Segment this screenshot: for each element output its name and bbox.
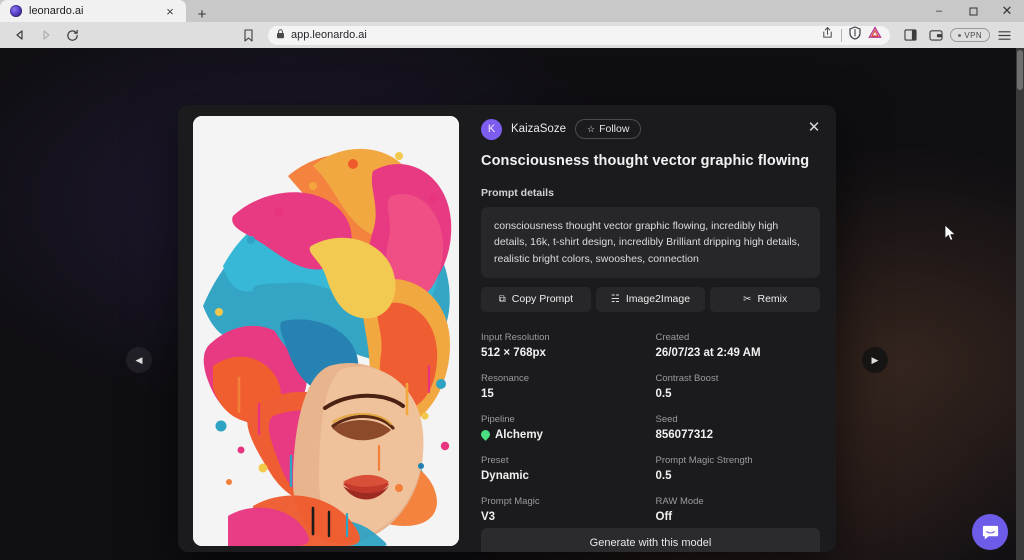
metadata-value: Dynamic xyxy=(481,470,646,482)
alchemy-icon xyxy=(479,428,492,441)
bookmark-icon[interactable] xyxy=(236,24,260,46)
metadata-value: 0.5 xyxy=(656,388,821,400)
metadata-item: Pipeline Alchemy xyxy=(481,414,646,441)
new-tab-button[interactable]: + xyxy=(194,6,210,22)
reload-button[interactable] xyxy=(60,24,84,46)
vpn-status-dot xyxy=(958,34,961,37)
image-detail-modal: K KaizaSoze ☆ Follow ✕ Consciousness tho… xyxy=(178,105,836,552)
metadata-key: Prompt Magic xyxy=(481,496,646,507)
artwork-image[interactable] xyxy=(193,116,459,546)
minimize-button[interactable]: – xyxy=(922,0,956,22)
metadata-key: Prompt Magic Strength xyxy=(656,455,821,466)
leonardo-favicon-icon xyxy=(10,5,22,17)
metadata-value: Off xyxy=(656,511,821,523)
toolbar-divider xyxy=(841,29,842,42)
star-icon: ☆ xyxy=(587,124,595,135)
action-button-row: ⧉ Copy Prompt ☵ Image2Image ✂ Remix xyxy=(481,287,820,312)
vpn-label: VPN xyxy=(964,31,982,40)
metadata-item: Prompt Magic V3 xyxy=(481,496,646,523)
next-image-button[interactable]: ▶ xyxy=(862,347,888,373)
author-name[interactable]: KaizaSoze xyxy=(511,123,566,135)
avatar[interactable]: K xyxy=(481,119,502,140)
author-row: K KaizaSoze ☆ Follow xyxy=(481,117,820,141)
metadata-key: RAW Mode xyxy=(656,496,821,507)
metadata-value: 512 × 768px xyxy=(481,347,646,359)
metadata-value: 26/07/23 at 2:49 AM xyxy=(656,347,821,359)
copy-icon: ⧉ xyxy=(499,294,506,305)
browser-window: leonardo.ai × + – ✕ app.leon xyxy=(0,0,1024,560)
metadata-item: Prompt Magic Strength 0.5 xyxy=(656,455,821,482)
remix-button[interactable]: ✂ Remix xyxy=(710,287,820,312)
leonardo-extension-icon[interactable] xyxy=(868,26,882,44)
metadata-value: Alchemy xyxy=(481,429,646,441)
sidebar-panel-icon[interactable] xyxy=(898,24,922,46)
generate-with-model-button[interactable]: Generate with this model xyxy=(481,528,820,552)
brave-wallet-icon[interactable] xyxy=(924,24,948,46)
share-icon[interactable] xyxy=(821,26,834,44)
metadata-item: Contrast Boost 0.5 xyxy=(656,373,821,400)
details-panel: K KaizaSoze ☆ Follow ✕ Consciousness tho… xyxy=(468,105,836,552)
prompt-details-label: Prompt details xyxy=(481,187,820,199)
url-text: app.leonardo.ai xyxy=(291,29,367,41)
metadata-item: Input Resolution 512 × 768px xyxy=(481,332,646,359)
pipeline-value: Alchemy xyxy=(495,429,543,441)
browser-tab[interactable]: leonardo.ai × xyxy=(0,0,186,22)
lock-icon xyxy=(276,26,285,44)
metadata-item: RAW Mode Off xyxy=(656,496,821,523)
page-scrollbar[interactable] xyxy=(1016,48,1024,560)
window-controls: – ✕ xyxy=(922,0,1024,22)
metadata-value: 856077312 xyxy=(656,429,821,441)
previous-image-button[interactable]: ◀ xyxy=(126,347,152,373)
tab-strip: leonardo.ai × + – ✕ xyxy=(0,0,1024,22)
browser-toolbar: app.leonardo.ai VPN xyxy=(0,22,1024,48)
metadata-item: Preset Dynamic xyxy=(481,455,646,482)
image2image-button[interactable]: ☵ Image2Image xyxy=(596,287,706,312)
metadata-item: Resonance 15 xyxy=(481,373,646,400)
metadata-item: Seed 856077312 xyxy=(656,414,821,441)
metadata-item: Created 26/07/23 at 2:49 AM xyxy=(656,332,821,359)
metadata-value: 0.5 xyxy=(656,470,821,482)
follow-label: Follow xyxy=(599,123,629,135)
metadata-grid: Input Resolution 512 × 768px Created 26/… xyxy=(481,332,820,523)
close-icon[interactable]: × xyxy=(162,3,178,19)
remix-label: Remix xyxy=(757,293,787,305)
metadata-key: Resonance xyxy=(481,373,646,384)
metadata-value: 15 xyxy=(481,388,646,400)
page-viewport: ◀ ▶ xyxy=(0,48,1024,560)
metadata-key: Contrast Boost xyxy=(656,373,821,384)
brave-shield-icon[interactable] xyxy=(849,26,861,45)
tab-title: leonardo.ai xyxy=(29,5,155,17)
metadata-key: Created xyxy=(656,332,821,343)
close-modal-button[interactable]: ✕ xyxy=(804,117,824,137)
metadata-value: V3 xyxy=(481,511,646,523)
metadata-key: Seed xyxy=(656,414,821,425)
maximize-button[interactable] xyxy=(956,0,990,22)
artwork-panel xyxy=(178,105,468,552)
forward-button xyxy=(34,24,58,46)
close-window-button[interactable]: ✕ xyxy=(990,0,1024,22)
address-bar[interactable]: app.leonardo.ai xyxy=(268,26,890,45)
prompt-text: consciousness thought vector graphic flo… xyxy=(481,207,820,278)
page-title: Consciousness thought vector graphic flo… xyxy=(481,153,820,169)
back-button[interactable] xyxy=(8,24,32,46)
copy-prompt-label: Copy Prompt xyxy=(512,293,573,305)
vpn-toggle[interactable]: VPN xyxy=(950,28,990,42)
follow-button[interactable]: ☆ Follow xyxy=(575,119,641,139)
copy-prompt-button[interactable]: ⧉ Copy Prompt xyxy=(481,287,591,312)
hamburger-menu-icon[interactable] xyxy=(992,24,1016,46)
layers-icon: ☵ xyxy=(611,294,620,305)
metadata-key: Pipeline xyxy=(481,414,646,425)
scrollbar-thumb[interactable] xyxy=(1017,50,1023,90)
image2image-label: Image2Image xyxy=(626,293,690,305)
intercom-chat-icon[interactable] xyxy=(972,514,1008,550)
metadata-key: Preset xyxy=(481,455,646,466)
metadata-key: Input Resolution xyxy=(481,332,646,343)
mouse-cursor xyxy=(944,224,957,247)
remix-icon: ✂ xyxy=(743,294,751,305)
